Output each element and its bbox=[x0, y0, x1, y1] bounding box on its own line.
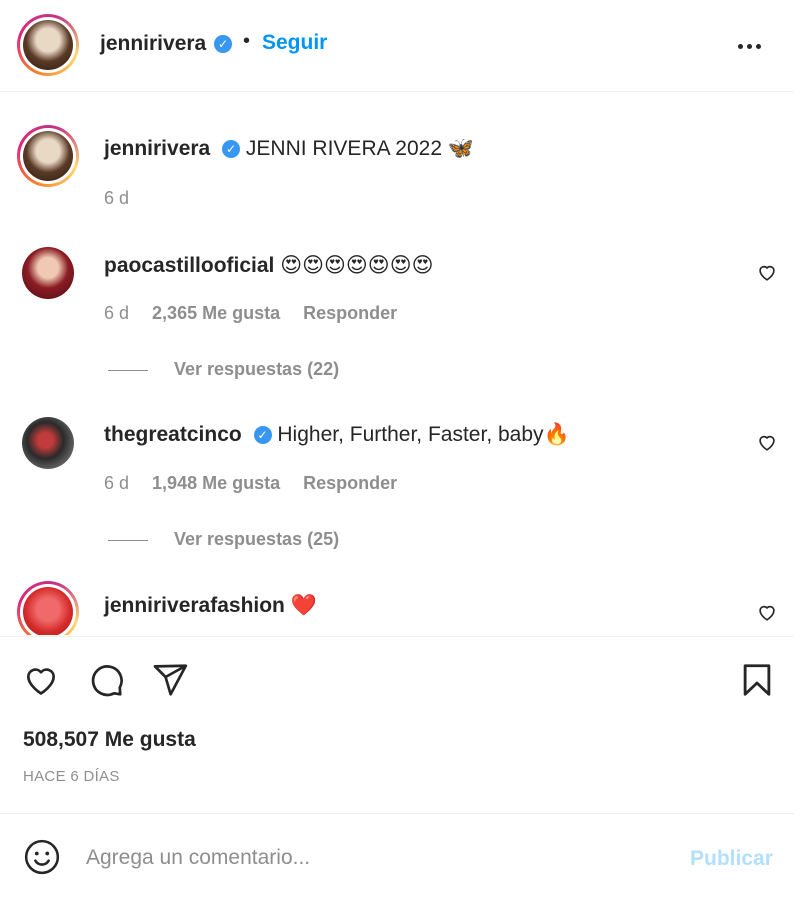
replies-divider bbox=[108, 539, 148, 541]
bookmark-icon[interactable] bbox=[738, 661, 776, 699]
more-options-icon[interactable] bbox=[738, 36, 770, 52]
comment-username[interactable]: thegreatcinco bbox=[104, 423, 242, 446]
comment-input[interactable] bbox=[86, 841, 666, 875]
reply-button[interactable]: Responder bbox=[303, 303, 397, 323]
comment-likes[interactable]: 1,948 Me gusta bbox=[152, 473, 280, 493]
commenter-avatar[interactable] bbox=[17, 581, 79, 635]
comment-username[interactable]: paocastillooficial bbox=[104, 254, 274, 277]
comment-time: 6 d bbox=[104, 473, 130, 493]
post-header: jennirivera ✓ • Seguir bbox=[0, 0, 794, 92]
author-username[interactable]: jennirivera bbox=[100, 32, 206, 56]
comment-text: ❤️ bbox=[290, 593, 317, 617]
comment-text: Higher, Further, Faster, baby🔥 bbox=[277, 423, 570, 446]
caption-text: JENNI RIVERA 2022 bbox=[245, 137, 443, 160]
comment-likes[interactable]: 2,365 Me gusta bbox=[152, 303, 280, 323]
comment-icon[interactable] bbox=[87, 661, 125, 699]
comment-like-heart-icon[interactable] bbox=[756, 431, 778, 453]
caption-username[interactable]: jennirivera bbox=[104, 137, 210, 160]
publish-button[interactable]: Publicar bbox=[690, 847, 773, 871]
comment-composer: Publicar bbox=[0, 815, 794, 900]
caption-time: 6 d bbox=[104, 188, 130, 208]
post-timestamp: HACE 6 DÍAS bbox=[23, 768, 120, 785]
author-avatar[interactable] bbox=[17, 14, 79, 76]
view-replies-button[interactable]: Ver respuestas (25) bbox=[108, 529, 339, 550]
view-replies-label: Ver respuestas (25) bbox=[174, 529, 340, 549]
verified-badge-icon: ✓ bbox=[253, 426, 272, 445]
post-likes-count[interactable]: 508,507 Me gusta bbox=[23, 728, 196, 752]
verified-badge-icon: ✓ bbox=[214, 35, 232, 53]
share-icon[interactable] bbox=[151, 661, 189, 699]
comment-like-heart-icon[interactable] bbox=[756, 261, 778, 283]
view-replies-button[interactable]: Ver respuestas (22) bbox=[108, 359, 339, 380]
caption-avatar[interactable] bbox=[17, 125, 79, 187]
commenter-avatar[interactable] bbox=[22, 417, 74, 469]
replies-divider bbox=[108, 369, 148, 371]
comment-time: 6 d bbox=[104, 303, 130, 323]
view-replies-label: Ver respuestas (22) bbox=[174, 359, 340, 379]
comment-username[interactable]: jenniriverafashion bbox=[104, 594, 285, 617]
emoji-icon[interactable] bbox=[23, 838, 61, 876]
comment-like-heart-icon[interactable] bbox=[756, 601, 778, 623]
post-actions: 508,507 Me gusta HACE 6 DÍAS bbox=[0, 636, 794, 814]
heart-icon[interactable] bbox=[22, 661, 60, 699]
verified-badge-icon: ✓ bbox=[222, 140, 241, 159]
follow-button[interactable]: Seguir bbox=[262, 31, 327, 55]
caption-emoji: 🦋 bbox=[447, 136, 475, 160]
reply-button[interactable]: Responder bbox=[303, 473, 397, 493]
separator-dot: • bbox=[243, 30, 251, 52]
commenter-avatar[interactable] bbox=[22, 247, 74, 299]
comments-list[interactable]: jennirivera ✓ JENNI RIVERA 2022 🦋 6 d pa… bbox=[0, 93, 794, 635]
comment-text: 😍😍😍😍😍😍😍 bbox=[280, 253, 434, 277]
